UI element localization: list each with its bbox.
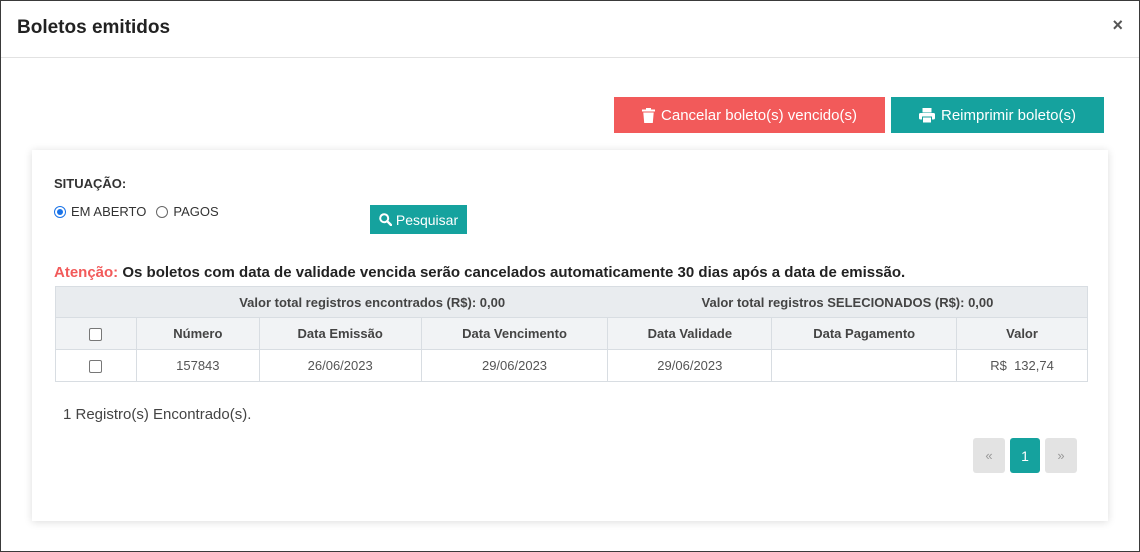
warning-message: Atenção: Os boletos com data de validade… bbox=[54, 264, 905, 281]
column-header-pagamento[interactable]: Data Pagamento bbox=[771, 317, 958, 350]
warning-text: Os boletos com data de validade vencida … bbox=[118, 264, 906, 281]
page-current-button[interactable]: 1 bbox=[1010, 438, 1040, 473]
page-next-button[interactable]: » bbox=[1045, 438, 1077, 473]
table-header-row: Número Data Emissão Data Vencimento Data… bbox=[55, 317, 1088, 350]
select-all-checkbox[interactable] bbox=[89, 328, 103, 342]
cancel-expired-button[interactable]: Cancelar boleto(s) vencido(s) bbox=[614, 97, 885, 133]
radio-pagos-label[interactable]: PAGOS bbox=[173, 204, 218, 219]
warning-label: Atenção: bbox=[54, 264, 119, 281]
search-card: SITUAÇÃO: EM ABERTO PAGOS Pesquisar Aten… bbox=[32, 150, 1108, 521]
reprint-button[interactable]: Reimprimir boleto(s) bbox=[891, 97, 1104, 133]
total-selected: Valor total registros SELECIONADOS (R$):… bbox=[607, 286, 1088, 318]
cancel-expired-label: Cancelar boleto(s) vencido(s) bbox=[661, 106, 857, 124]
search-icon bbox=[379, 213, 392, 226]
situation-radio-group: EM ABERTO PAGOS bbox=[54, 204, 229, 219]
cell-valor: R$ 132,74 bbox=[956, 349, 1088, 382]
cell-emissao: 26/06/2023 bbox=[258, 349, 422, 382]
table-row[interactable]: 157843 26/06/2023 29/06/2023 29/06/2023 … bbox=[55, 349, 1088, 382]
column-header-valor[interactable]: Valor bbox=[956, 317, 1088, 350]
column-header-vencimento[interactable]: Data Vencimento bbox=[420, 317, 609, 350]
select-all-cell bbox=[55, 317, 137, 350]
close-icon[interactable]: × bbox=[1112, 15, 1123, 36]
cell-vencimento: 29/06/2023 bbox=[420, 349, 609, 382]
cell-validade: 29/06/2023 bbox=[607, 349, 773, 382]
page-prev-button[interactable]: « bbox=[973, 438, 1005, 473]
trash-icon bbox=[642, 107, 656, 123]
search-label: Pesquisar bbox=[395, 211, 459, 228]
pagination: « 1 » bbox=[973, 438, 1077, 473]
column-header-validade[interactable]: Data Validade bbox=[607, 317, 773, 350]
cell-pagamento bbox=[771, 349, 958, 382]
modal-title: Boletos emitidos bbox=[17, 17, 171, 38]
situation-label: SITUAÇÃO: bbox=[54, 176, 127, 191]
modal-header: Boletos emitidos × bbox=[1, 1, 1139, 58]
records-count: 1 Registro(s) Encontrado(s). bbox=[63, 406, 252, 423]
radio-pagos[interactable] bbox=[156, 205, 169, 218]
row-checkbox[interactable] bbox=[89, 360, 103, 374]
cell-numero: 157843 bbox=[135, 349, 260, 382]
reprint-label: Reimprimir boleto(s) bbox=[940, 106, 1077, 124]
column-header-numero[interactable]: Número bbox=[135, 317, 260, 350]
total-found: Valor total registros encontrados (R$): … bbox=[136, 286, 608, 318]
printer-icon bbox=[918, 107, 935, 123]
radio-em-aberto-label[interactable]: EM ABERTO bbox=[71, 204, 146, 219]
radio-em-aberto[interactable] bbox=[54, 205, 66, 218]
modal-dialog: Boletos emitidos × Cancelar boleto(s) ve… bbox=[0, 0, 1140, 552]
table-totals-row: Valor total registros encontrados (R$): … bbox=[55, 286, 1088, 318]
search-button[interactable]: Pesquisar bbox=[370, 205, 467, 234]
column-header-emissao[interactable]: Data Emissão bbox=[258, 317, 422, 350]
row-select-cell bbox=[55, 349, 137, 382]
boletos-table: Valor total registros encontrados (R$): … bbox=[55, 286, 1088, 382]
